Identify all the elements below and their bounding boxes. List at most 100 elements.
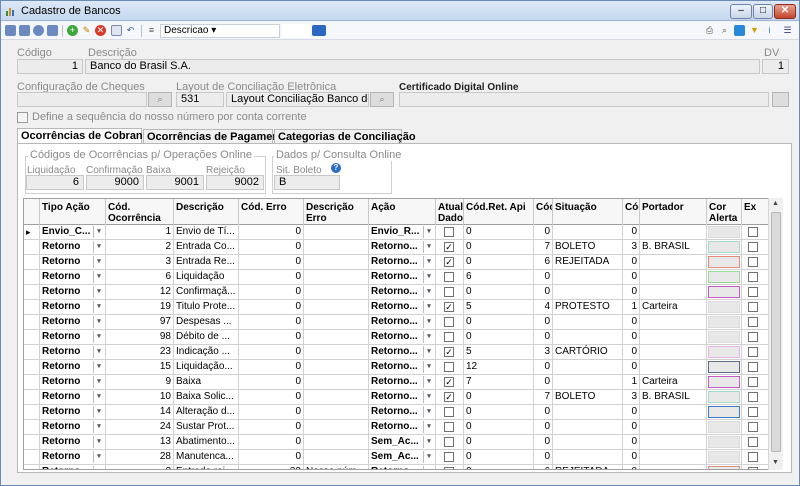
acao-select[interactable]: Envio_R... ▾ [369, 225, 436, 240]
cod-ret-api-cell[interactable]: 0 [464, 450, 534, 465]
cod-ocorrencia-cell[interactable]: 14 [106, 405, 174, 420]
color-swatch[interactable] [708, 451, 740, 463]
cod-portador-cell[interactable]: 0 [623, 465, 640, 469]
column-header-cod-ret-api[interactable]: Cód.Ret. Api [464, 199, 534, 225]
table-row[interactable]: Retorno ▾ 3 Entrada rej... 33 Nosso núm... Ret… [24, 465, 769, 469]
cod-portador-cell[interactable]: 1 [623, 375, 640, 390]
atualiza-dado-checkbox[interactable]: ✓ [444, 377, 454, 387]
cod-ret-api-cell[interactable]: 0 [464, 405, 534, 420]
column-header-cod-situacao[interactable]: Cóc [534, 199, 553, 225]
cod-ret-api-cell[interactable]: 0 [464, 225, 534, 240]
cor-alerta-cell[interactable] [707, 420, 742, 435]
descricao-cell[interactable]: Liquidação [174, 270, 239, 285]
atualiza-dado-cell[interactable] [436, 225, 464, 240]
column-header-atualiza-dado[interactable]: Atual Dado [436, 199, 464, 225]
cod-ret-api-cell[interactable]: 0 [464, 465, 534, 469]
cod-ocorrencia-cell[interactable]: 28 [106, 450, 174, 465]
descricao-erro-cell[interactable] [304, 450, 369, 465]
excluir-cell[interactable] [742, 375, 769, 390]
excluir-checkbox[interactable] [748, 407, 758, 417]
cod-situacao-cell[interactable]: 0 [534, 435, 553, 450]
cod-erro-cell[interactable]: 0 [239, 315, 304, 330]
descricao-cell[interactable]: Envio de Tí... [174, 225, 239, 240]
acao-select[interactable]: Retorno... ▾ [369, 330, 436, 345]
rejeicao-field[interactable]: 9002 [206, 175, 264, 190]
chevron-down-icon[interactable]: ▾ [93, 436, 104, 448]
chevron-down-icon[interactable]: ▾ [93, 451, 104, 463]
portador-cell[interactable] [640, 255, 707, 270]
situacao-cell[interactable] [553, 315, 623, 330]
excluir-cell[interactable] [742, 450, 769, 465]
situacao-cell[interactable] [553, 225, 623, 240]
atualiza-dado-cell[interactable] [436, 450, 464, 465]
atualiza-dado-checkbox[interactable] [444, 332, 454, 342]
cod-ret-api-cell[interactable]: 0 [464, 435, 534, 450]
excluir-cell[interactable] [742, 240, 769, 255]
column-header-cod-portador[interactable]: Cóc [623, 199, 640, 225]
excluir-cell[interactable] [742, 270, 769, 285]
table-row[interactable]: Retorno ▾ 15 Liquidação... 0 Retorno... ▾ 12 0 0 [24, 360, 769, 375]
chevron-down-icon[interactable]: ▾ [423, 391, 434, 403]
cod-ocorrencia-cell[interactable]: 23 [106, 345, 174, 360]
config-cheques-field[interactable] [17, 92, 147, 107]
chevron-down-icon[interactable]: ▾ [423, 466, 434, 469]
situacao-cell[interactable]: BOLETO [553, 390, 623, 405]
excluir-cell[interactable] [742, 435, 769, 450]
cod-ocorrencia-cell[interactable]: 98 [106, 330, 174, 345]
excluir-checkbox[interactable] [748, 437, 758, 447]
cod-ocorrencia-cell[interactable]: 12 [106, 285, 174, 300]
acao-select[interactable]: Retorno... ▾ [369, 345, 436, 360]
cod-situacao-cell[interactable]: 0 [534, 375, 553, 390]
table-row[interactable]: Retorno ▾ 24 Sustar Prot... 0 Retorno... ▾ 0 0 0 [24, 420, 769, 435]
atualiza-dado-checkbox[interactable]: ✓ [444, 302, 454, 312]
cor-alerta-cell[interactable] [707, 450, 742, 465]
descricao-cell[interactable]: Entrada rej... [174, 465, 239, 469]
chevron-down-icon[interactable]: ▾ [93, 421, 104, 433]
cod-erro-cell[interactable]: 0 [239, 225, 304, 240]
descricao-cell[interactable]: Manutenca... [174, 450, 239, 465]
atualiza-dado-checkbox[interactable]: ✓ [444, 347, 454, 357]
table-row[interactable]: Retorno ▾ 98 Débito de ... 0 Retorno... ▾ 0 0 0 [24, 330, 769, 345]
row-header[interactable] [24, 375, 40, 390]
row-header[interactable] [24, 465, 40, 469]
atualiza-dado-checkbox[interactable] [444, 287, 454, 297]
descricao-cell[interactable]: Abatimento... [174, 435, 239, 450]
situacao-cell[interactable] [553, 285, 623, 300]
config-cheques-lookup-button[interactable]: ⌕ [148, 92, 172, 107]
excluir-checkbox[interactable] [748, 392, 758, 402]
tipo-acao-select[interactable]: Retorno ▾ [40, 270, 106, 285]
cod-erro-cell[interactable]: 0 [239, 450, 304, 465]
descricao-erro-cell[interactable] [304, 315, 369, 330]
color-swatch[interactable] [708, 241, 740, 253]
tab-categorias-conciliacao[interactable]: Categorias de Conciliação [274, 129, 416, 144]
excluir-checkbox[interactable] [748, 377, 758, 387]
chevron-down-icon[interactable]: ▾ [93, 241, 104, 253]
cod-erro-cell[interactable]: 0 [239, 300, 304, 315]
acao-select[interactable]: Retorno... ▾ [369, 405, 436, 420]
cod-portador-cell[interactable]: 0 [623, 405, 640, 420]
portador-cell[interactable] [640, 465, 707, 469]
color-swatch[interactable] [708, 361, 740, 373]
cod-ret-api-cell[interactable]: 0 [464, 240, 534, 255]
descricao-erro-cell[interactable] [304, 255, 369, 270]
print-icon[interactable]: ⎙ [704, 25, 715, 36]
column-header-portador[interactable]: Portador [640, 199, 707, 225]
chevron-down-icon[interactable]: ▾ [423, 271, 434, 283]
tipo-acao-select[interactable]: Retorno ▾ [40, 450, 106, 465]
tipo-acao-select[interactable]: Retorno ▾ [40, 420, 106, 435]
cod-ocorrencia-cell[interactable]: 97 [106, 315, 174, 330]
color-swatch[interactable] [708, 376, 740, 388]
acao-select[interactable]: Retorno... ▾ [369, 465, 436, 469]
descricao-erro-cell[interactable] [304, 405, 369, 420]
chevron-down-icon[interactable]: ▾ [423, 331, 434, 343]
column-header-situacao[interactable]: Situação [553, 199, 623, 225]
cod-portador-cell[interactable]: 0 [623, 330, 640, 345]
acao-select[interactable]: Retorno... ▾ [369, 255, 436, 270]
cod-erro-cell[interactable]: 33 [239, 465, 304, 469]
acao-select[interactable]: Retorno... ▾ [369, 360, 436, 375]
cor-alerta-cell[interactable] [707, 345, 742, 360]
chevron-down-icon[interactable]: ▾ [93, 361, 104, 373]
excluir-cell[interactable] [742, 225, 769, 240]
cert-browse-button[interactable] [772, 92, 789, 107]
delete-icon[interactable]: ✕ [95, 25, 106, 36]
